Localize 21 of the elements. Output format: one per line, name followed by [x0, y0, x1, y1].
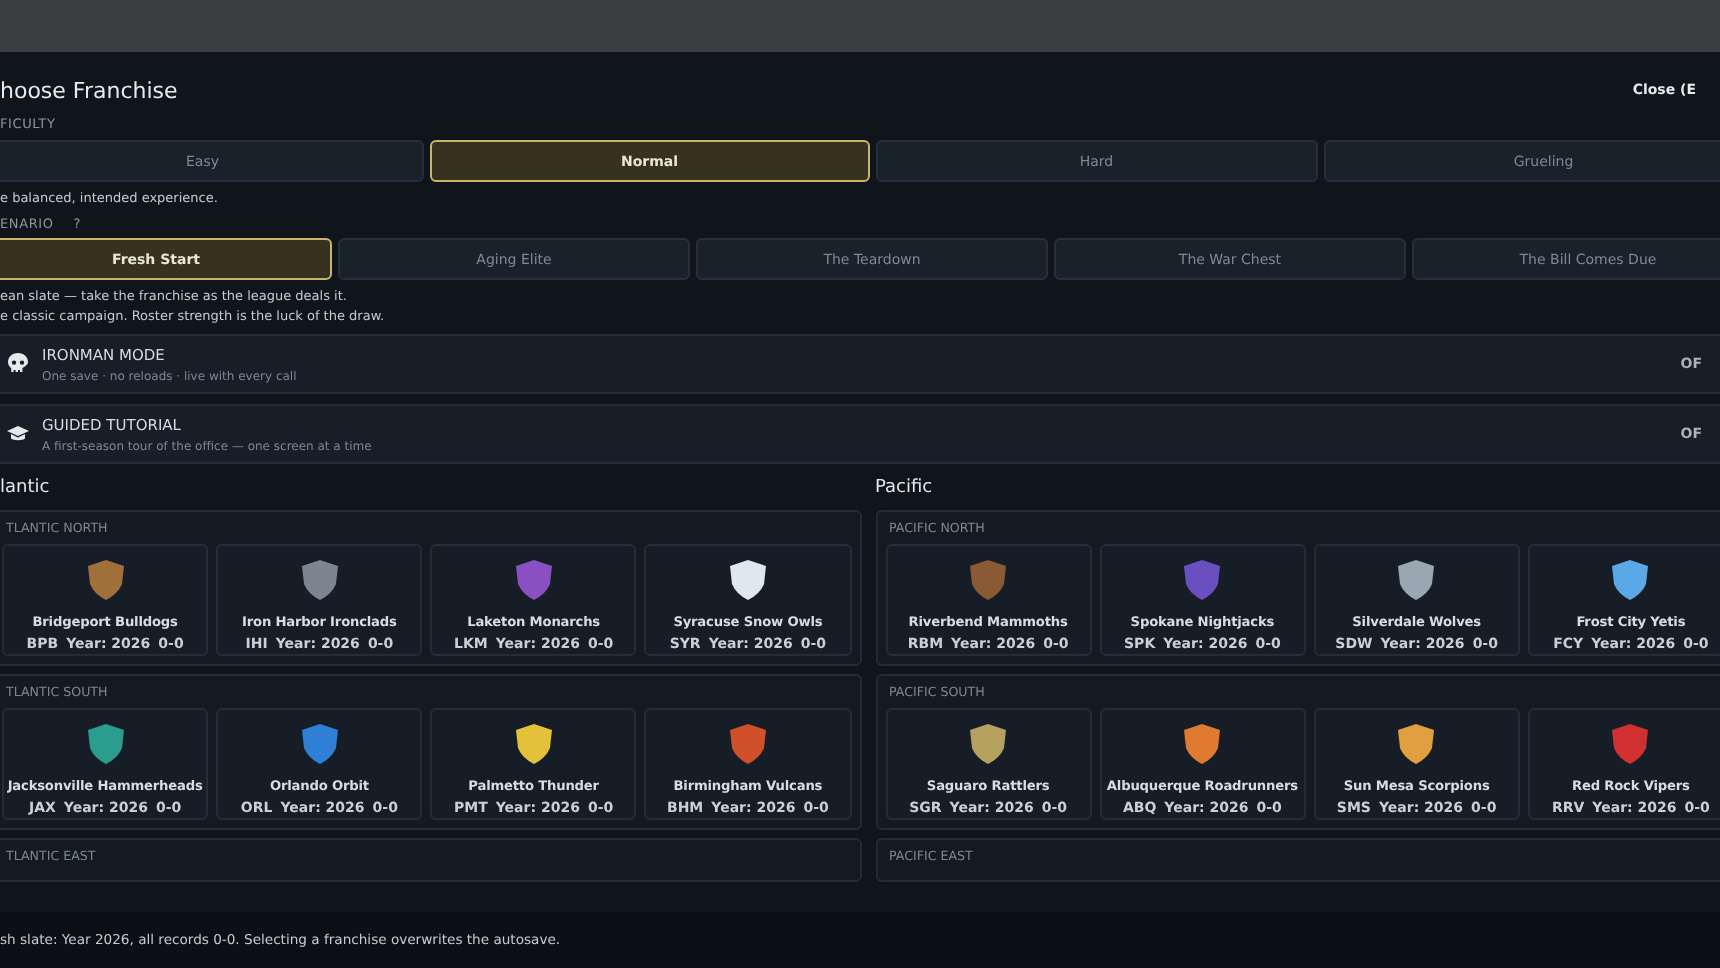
shield-icon: [1180, 722, 1225, 766]
shield-icon: [511, 722, 556, 766]
shield-icon: [297, 722, 342, 766]
shield-icon: [297, 558, 342, 602]
shield-icon: [511, 558, 556, 602]
shield-icon: [1608, 558, 1653, 602]
shield-icon: [966, 722, 1011, 766]
skull-icon: [6, 352, 30, 376]
shield-icon: [1394, 558, 1439, 602]
dialog-title: hoose Franchise: [0, 77, 178, 103]
shield-icon: [725, 558, 770, 602]
shield-icon: [83, 558, 128, 602]
shield-icon: [1608, 722, 1653, 766]
shield-icon: [966, 558, 1011, 602]
conference-title: lantic: [0, 478, 50, 498]
shield-icon: [1180, 558, 1225, 602]
shield-icon: [1394, 722, 1439, 766]
shield-icon: [725, 722, 770, 766]
shield-icon: [83, 722, 128, 766]
mortarboard-icon: [6, 422, 30, 446]
conference-title: Pacific: [875, 478, 933, 498]
